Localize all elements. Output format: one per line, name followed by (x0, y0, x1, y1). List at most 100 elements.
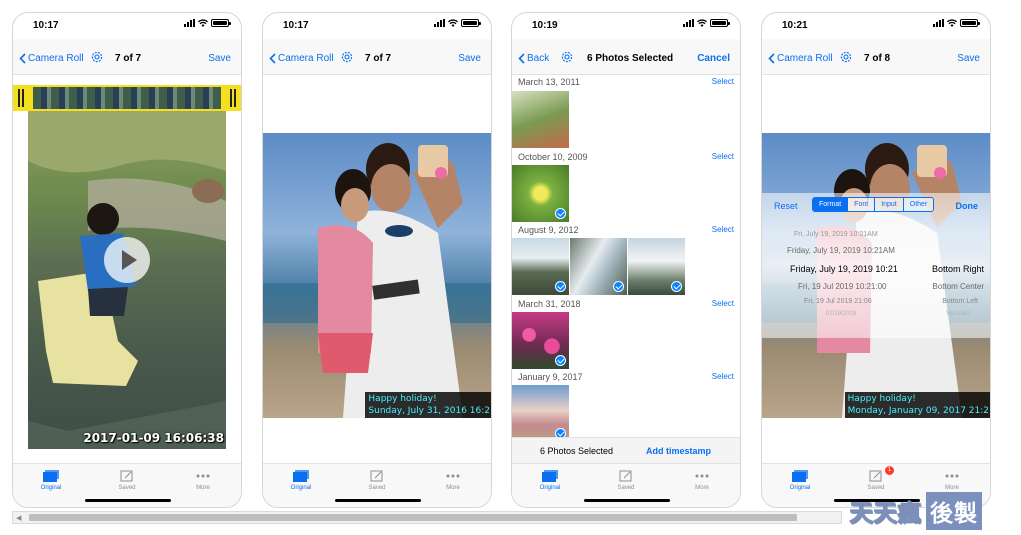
trim-handle-right[interactable] (230, 89, 236, 107)
watermark-text-left: 天天瘋 (850, 501, 922, 528)
back-button[interactable]: Back (518, 53, 549, 64)
battery-icon (461, 19, 481, 27)
status-time: 10:19 (532, 20, 558, 31)
trim-bar[interactable] (13, 85, 241, 111)
photo-timestamp: Happy holiday! Sunday, July 31, 2016 16:… (365, 392, 491, 418)
horizontal-scrollbar[interactable]: ◀ (12, 511, 842, 524)
photo-thumbnail[interactable] (512, 385, 569, 437)
tab-original[interactable]: Original (13, 464, 89, 507)
reset-button[interactable]: Reset (774, 201, 798, 211)
photo-thumbnail[interactable] (512, 238, 569, 295)
save-button[interactable]: Save (208, 53, 231, 64)
select-button[interactable]: Select (712, 299, 734, 308)
tab-original[interactable]: Original (762, 464, 838, 507)
done-button[interactable]: Done (956, 201, 979, 211)
video-frame: 2017-01-09 16:06:38 (28, 111, 226, 449)
checkmark-icon (671, 281, 682, 292)
tab-label: Original (539, 485, 561, 491)
tab-label: Original (789, 485, 811, 491)
tab-more[interactable]: More (165, 464, 241, 507)
format-option: Friday, July 19, 2019 10:21AM (787, 246, 895, 255)
wifi-icon (947, 19, 957, 27)
segment-format[interactable]: Format (813, 198, 849, 211)
play-button[interactable] (104, 237, 150, 283)
tab-label: Saved (368, 485, 386, 491)
format-option: Friday, July 19, 2019 10:21 (790, 264, 898, 274)
wifi-icon (697, 19, 707, 27)
checkmark-icon (613, 281, 624, 292)
save-button[interactable]: Save (957, 53, 980, 64)
chevron-left-icon (768, 53, 775, 64)
photo-thumbnail[interactable] (512, 312, 569, 369)
select-button[interactable]: Select (712, 372, 734, 381)
status-icons (683, 19, 730, 27)
more-tab-icon (945, 474, 959, 478)
tab-original[interactable]: Original (512, 464, 588, 507)
checkmark-icon (555, 281, 566, 292)
gear-icon[interactable] (90, 50, 104, 64)
segment-other[interactable]: Other (903, 198, 934, 211)
section-header: January 9, 2017 Select (512, 370, 740, 384)
tab-label: Saved (118, 485, 136, 491)
cellular-icon (933, 19, 944, 27)
select-button[interactable]: Select (712, 77, 734, 86)
status-time: 10:17 (33, 20, 59, 31)
gear-icon[interactable] (340, 50, 354, 64)
select-button[interactable]: Select (712, 225, 734, 234)
trim-handle-left[interactable] (18, 89, 24, 107)
position-option: Bottom Center (932, 282, 984, 291)
segment-input[interactable]: Input (875, 198, 904, 211)
home-indicator (584, 499, 670, 502)
section-header: March 31, 2018 Select (512, 297, 740, 311)
photo-thumbnail[interactable] (512, 165, 569, 222)
status-icons (933, 19, 980, 27)
chevron-left-icon (269, 53, 276, 64)
back-button[interactable]: Camera Roll (768, 53, 833, 64)
status-bar: 10:21 (762, 13, 990, 39)
gear-icon[interactable] (560, 50, 574, 64)
timestamp-line-1: Happy holiday! (847, 394, 916, 404)
scroll-left-icon[interactable]: ◀ (16, 514, 21, 522)
select-button[interactable]: Select (712, 152, 734, 161)
status-bar: 10:19 (512, 13, 740, 39)
phone-screen-select: 10:19 Back 6 Photos Selected Cancel Marc… (511, 12, 741, 508)
format-option: Fri, 19 Jul 2019 10:21:00 (798, 282, 887, 291)
navigation-bar: Camera Roll 7 of 7 Save (263, 39, 491, 75)
add-timestamp-button[interactable]: Add timestamp (646, 446, 711, 456)
tab-label: More (945, 485, 959, 491)
filmstrip (33, 87, 221, 109)
tab-more[interactable]: More (415, 464, 491, 507)
edit-tab-icon (619, 470, 632, 482)
home-indicator (85, 499, 171, 502)
section-date: August 9, 2012 (518, 225, 579, 235)
scrollbar-thumb[interactable] (29, 514, 797, 521)
save-button[interactable]: Save (458, 53, 481, 64)
watermark-text-right: 後製 (926, 492, 982, 530)
selected-count: 6 Photos Selected (540, 446, 614, 456)
status-bar: 10:17 (263, 13, 491, 39)
back-label: Camera Roll (28, 53, 84, 64)
segment-font[interactable]: Font (848, 198, 876, 211)
photo-thumbnail[interactable] (628, 238, 685, 295)
edit-tab-icon (869, 470, 882, 482)
photo-thumbnail[interactable] (512, 91, 569, 148)
back-button[interactable]: Camera Roll (19, 53, 84, 64)
back-label: Back (527, 53, 550, 64)
photo-thumbnail[interactable] (570, 238, 627, 295)
cancel-button[interactable]: Cancel (697, 53, 730, 64)
section-date: March 31, 2018 (518, 299, 581, 309)
status-time: 10:21 (782, 20, 808, 31)
back-label: Camera Roll (278, 53, 334, 64)
gear-icon[interactable] (839, 50, 853, 64)
photo-scene (263, 143, 491, 418)
format-option: 07/19/2019 (826, 311, 857, 317)
tab-label: More (695, 485, 709, 491)
tab-original[interactable]: Original (263, 464, 339, 507)
more-tab-icon (695, 474, 709, 478)
chevron-left-icon (518, 53, 525, 64)
position-option: Bottom Right (931, 264, 984, 274)
page-title: 6 Photos Selected (587, 53, 674, 64)
tab-more[interactable]: More (664, 464, 740, 507)
section-date: March 13, 2011 (518, 77, 580, 87)
back-button[interactable]: Camera Roll (269, 53, 334, 64)
